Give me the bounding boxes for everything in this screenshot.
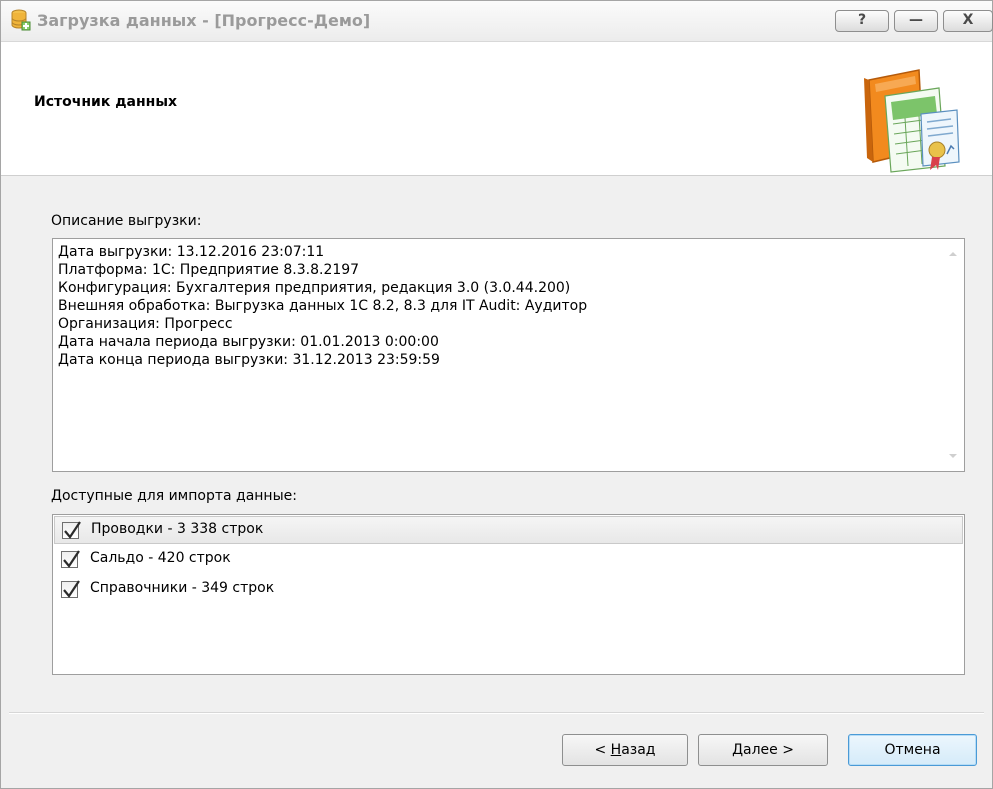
- import-item-label: Справочники - 349 строк: [90, 580, 275, 596]
- checkmark-icon: [64, 521, 81, 539]
- checkmark-icon: [63, 580, 80, 598]
- import-item-label: Сальдо - 420 строк: [90, 550, 231, 566]
- checkbox[interactable]: [61, 580, 80, 598]
- minimize-button[interactable]: —: [894, 10, 938, 32]
- book-document-icon: [861, 62, 961, 174]
- description-line: Платформа: 1С: Предприятие 8.3.8.2197: [58, 262, 360, 278]
- close-button[interactable]: X: [943, 10, 993, 32]
- description-text: Дата выгрузки: 13.12.2016 23:07:11 Платф…: [58, 243, 587, 369]
- description-line: Дата конца периода выгрузки: 31.12.2013 …: [58, 352, 440, 368]
- back-button-mnemonic: Н: [610, 742, 622, 758]
- next-button[interactable]: Далее >: [698, 734, 828, 766]
- description-textbox[interactable]: Дата выгрузки: 13.12.2016 23:07:11 Платф…: [52, 238, 965, 472]
- next-button-label: алее >: [743, 742, 794, 758]
- window-title: Загрузка данных - [Прогресс-Демо]: [37, 11, 371, 30]
- import-checklist: Проводки - 3 338 строк Сальдо - 420 стро…: [52, 514, 965, 675]
- help-button[interactable]: ?: [835, 10, 889, 32]
- vertical-scrollbar[interactable]: [943, 240, 963, 470]
- cancel-button[interactable]: Отмена: [848, 734, 977, 766]
- description-line: Дата выгрузки: 13.12.2016 23:07:11: [58, 244, 325, 260]
- back-button-prefix: <: [594, 742, 611, 758]
- checkbox[interactable]: [61, 550, 80, 568]
- checkmark-icon: [63, 550, 80, 568]
- title-bar[interactable]: Загрузка данных - [Прогресс-Демо] ? — X: [1, 1, 993, 42]
- import-list-label: Доступные для импорта данные:: [51, 488, 297, 504]
- checkbox[interactable]: [62, 521, 81, 539]
- description-line: Внешняя обработка: Выгрузка данных 1С 8.…: [58, 298, 588, 314]
- wizard-header: Источник данных: [1, 42, 992, 176]
- dialog-window: Загрузка данных - [Прогресс-Демо] ? — X …: [0, 0, 993, 789]
- database-icon: [11, 9, 31, 31]
- next-button-mnemonic: Д: [732, 742, 743, 758]
- back-button[interactable]: < Назад: [562, 734, 688, 766]
- back-button-label: азад: [621, 742, 656, 758]
- import-item-saldo[interactable]: Сальдо - 420 строк: [54, 546, 963, 574]
- description-line: Организация: Прогресс: [58, 316, 233, 332]
- description-line: Конфигурация: Бухгалтерия предприятия, р…: [58, 280, 571, 296]
- scroll-down-arrow-icon[interactable]: [949, 454, 957, 458]
- import-item-provodki[interactable]: Проводки - 3 338 строк: [54, 516, 963, 544]
- import-item-spravochniki[interactable]: Справочники - 349 строк: [54, 576, 963, 604]
- description-label: Описание выгрузки:: [51, 213, 202, 229]
- import-item-label: Проводки - 3 338 строк: [91, 521, 264, 537]
- separator: [9, 712, 984, 714]
- description-line: Дата начала периода выгрузки: 01.01.2013…: [58, 334, 439, 350]
- page-title: Источник данных: [34, 94, 178, 110]
- scroll-up-arrow-icon[interactable]: [949, 252, 957, 256]
